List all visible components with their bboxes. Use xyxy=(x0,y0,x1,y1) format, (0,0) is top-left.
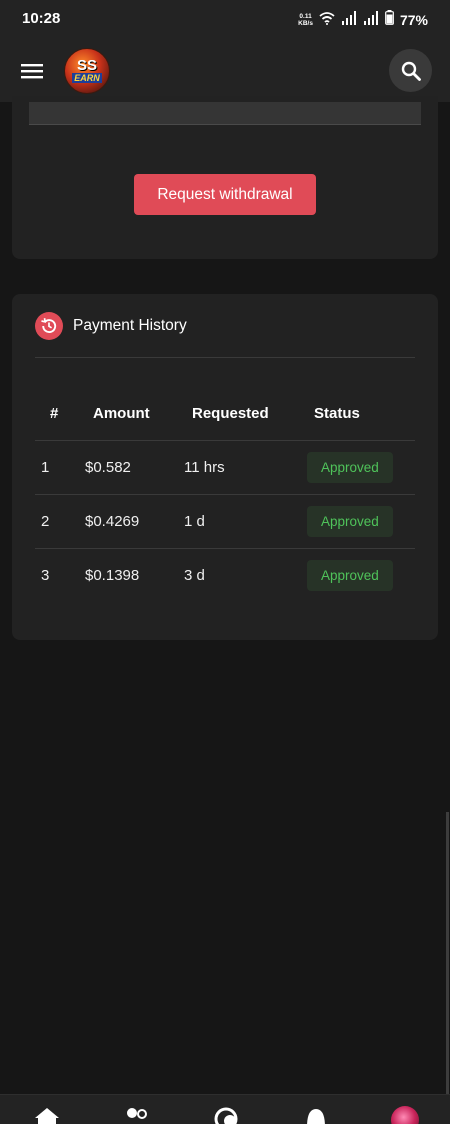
status-badge: Approved xyxy=(307,560,393,591)
logo-text-bottom: EARN xyxy=(72,73,102,83)
table-header: # Amount Requested Status xyxy=(35,386,415,441)
app-logo[interactable]: SS EARN xyxy=(64,48,110,94)
profile-avatar[interactable] xyxy=(391,1106,419,1124)
column-header-number: # xyxy=(50,404,59,422)
status-badge: Approved xyxy=(307,506,393,537)
app-bar: SS EARN xyxy=(0,40,450,102)
battery-icon xyxy=(385,10,394,30)
row-amount: $0.1398 xyxy=(85,567,140,584)
column-header-status: Status xyxy=(314,404,360,422)
nav-home[interactable] xyxy=(33,1105,61,1124)
signal-icon xyxy=(341,10,357,30)
battery-percent: 77% xyxy=(399,12,428,28)
nav-users[interactable] xyxy=(122,1105,150,1124)
payment-history-card: Payment History # Amount Requested Statu… xyxy=(12,294,438,640)
bottom-nav xyxy=(0,1094,450,1124)
row-status: Approved xyxy=(307,549,393,602)
row-requested: 1 d xyxy=(184,513,205,530)
wifi-icon xyxy=(319,11,335,30)
row-amount: $0.4269 xyxy=(85,513,140,530)
column-header-requested: Requested xyxy=(192,404,269,422)
menu-button[interactable] xyxy=(18,57,46,85)
row-number: 3 xyxy=(41,567,50,584)
chat-icon xyxy=(214,1107,238,1124)
notification-icon xyxy=(307,1109,325,1124)
net-speed: 0.11 KB/s xyxy=(298,13,313,27)
row-number: 1 xyxy=(41,459,50,476)
payment-history-header: Payment History xyxy=(35,311,415,358)
logo-text-top: SS xyxy=(76,57,97,74)
home-icon xyxy=(35,1108,59,1124)
nav-notifications[interactable] xyxy=(302,1105,330,1124)
status-bar: 10:28 0.11 KB/s 77% xyxy=(0,0,450,40)
row-requested: 3 d xyxy=(184,567,205,584)
users-icon xyxy=(127,1108,147,1119)
status-badge: Approved xyxy=(307,452,393,483)
signal-icon-2 xyxy=(363,10,379,30)
column-header-amount: Amount xyxy=(93,404,150,422)
request-withdrawal-button[interactable]: Request withdrawal xyxy=(134,174,316,215)
scrollbar[interactable] xyxy=(446,812,449,1094)
hamburger-menu-icon xyxy=(21,64,43,79)
table-row: 1 $0.582 11 hrs Approved xyxy=(35,441,415,495)
row-amount: $0.582 xyxy=(85,459,131,476)
row-requested: 11 hrs xyxy=(184,459,225,476)
table-row: 2 $0.4269 1 d Approved xyxy=(35,495,415,549)
history-icon xyxy=(35,312,63,340)
status-time: 10:28 xyxy=(22,10,61,27)
row-status: Approved xyxy=(307,441,393,494)
search-button[interactable] xyxy=(389,49,432,92)
table-row: 3 $0.1398 3 d Approved xyxy=(35,549,415,602)
search-icon xyxy=(401,61,421,81)
withdraw-card: Request withdrawal xyxy=(12,96,438,259)
row-number: 2 xyxy=(41,513,50,530)
payment-history-table: # Amount Requested Status 1 $0.582 11 hr… xyxy=(35,386,415,602)
nav-chat[interactable] xyxy=(212,1105,240,1124)
net-speed-unit: KB/s xyxy=(298,20,313,27)
withdraw-amount-field[interactable] xyxy=(29,102,421,125)
row-status: Approved xyxy=(307,495,393,548)
payment-history-title: Payment History xyxy=(73,317,187,334)
status-icons: 0.11 KB/s 77% xyxy=(298,10,428,30)
net-speed-value: 0.11 xyxy=(299,13,312,20)
